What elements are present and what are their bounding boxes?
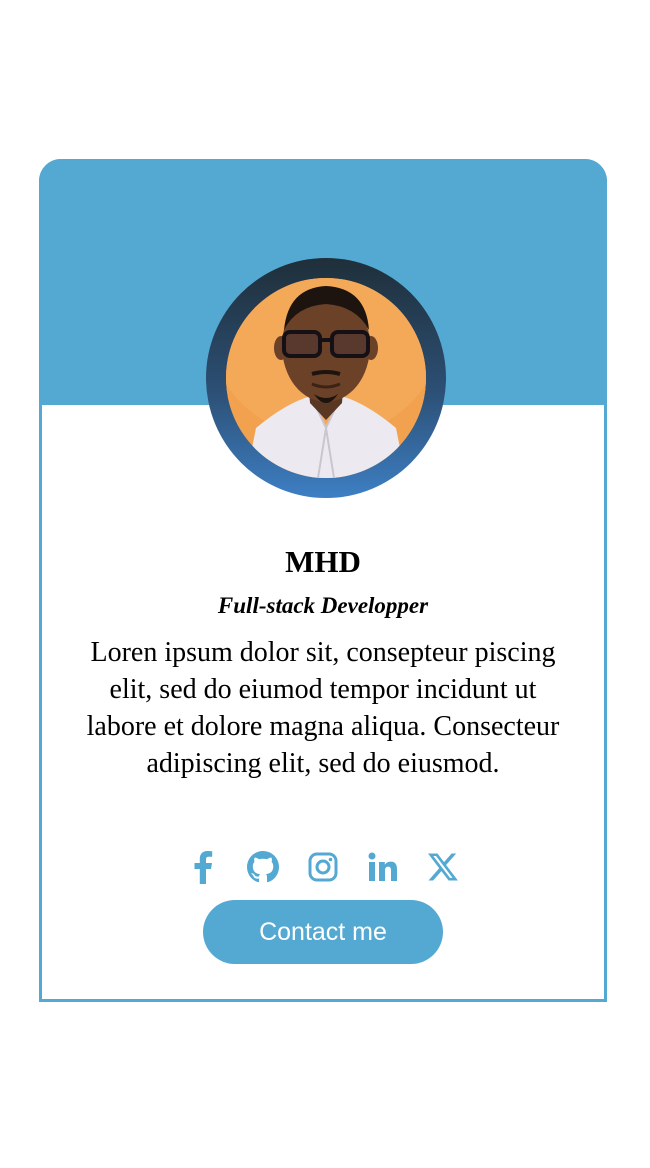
github-icon[interactable]	[246, 850, 280, 884]
profile-card: MHD Full-stack Developper Loren ipsum do…	[39, 159, 607, 1002]
linkedin-icon[interactable]	[366, 850, 400, 884]
avatar-photo	[226, 278, 426, 478]
profile-role: Full-stack Developper	[217, 593, 429, 618]
profile-name: MHD	[285, 544, 361, 579]
facebook-icon[interactable]	[186, 850, 220, 884]
profile-bio: Loren ipsum dolor sit, consepteur piscin…	[86, 637, 560, 779]
contact-me-button[interactable]: Contact me	[203, 900, 443, 964]
x-icon[interactable]	[426, 850, 460, 884]
social-links	[42, 850, 604, 884]
instagram-icon[interactable]	[306, 850, 340, 884]
avatar-ring	[206, 258, 446, 498]
avatar	[226, 278, 426, 478]
